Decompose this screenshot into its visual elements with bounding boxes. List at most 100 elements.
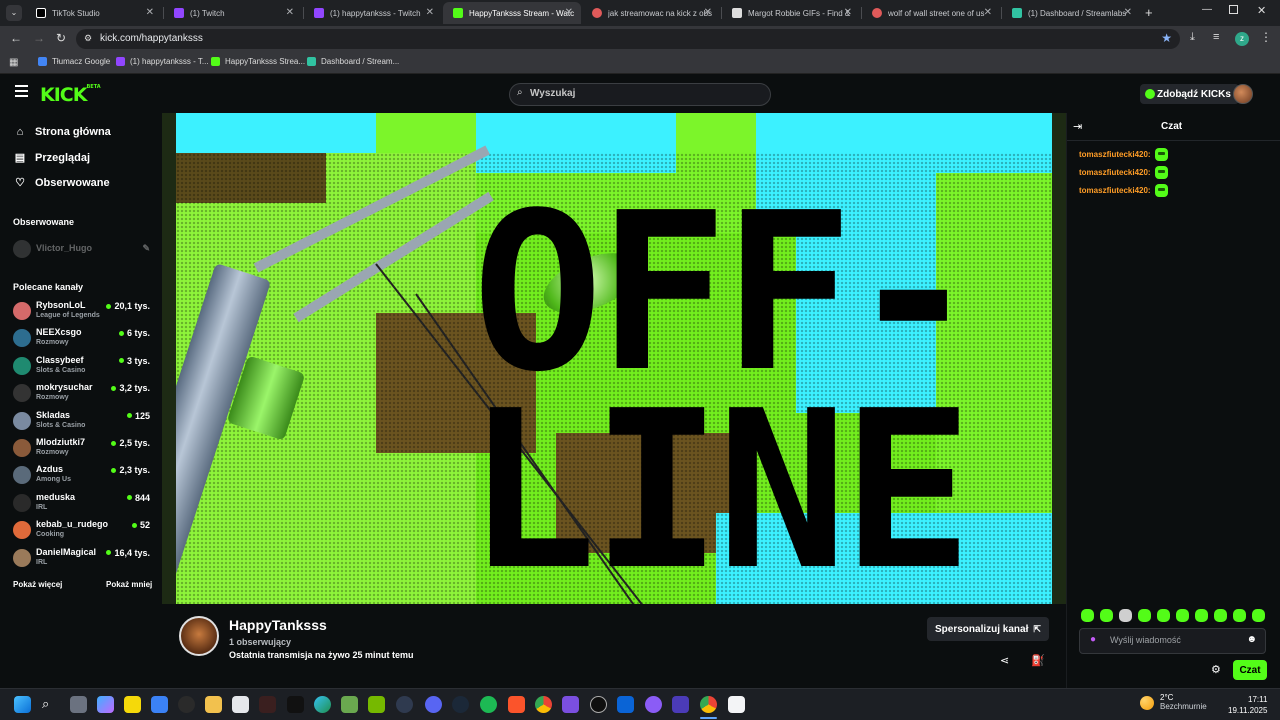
- menu-dots-icon[interactable]: ⋮: [1260, 30, 1272, 44]
- copilot-icon[interactable]: [97, 696, 114, 713]
- obs-icon[interactable]: [396, 696, 413, 713]
- browser-tab-active[interactable]: HappyTanksss Stream - Watc ✕: [443, 2, 581, 24]
- hamburger-menu-icon[interactable]: [15, 85, 28, 97]
- g-app-icon[interactable]: [178, 696, 195, 713]
- profile-avatar[interactable]: z: [1235, 32, 1249, 46]
- shield-app-icon[interactable]: [259, 696, 276, 713]
- brave-icon[interactable]: [508, 696, 525, 713]
- recommended-channel[interactable]: kebab_u_rudego Cooking 52: [13, 518, 152, 544]
- bookmark-streamlabs[interactable]: Dashboard / Stream...: [307, 57, 399, 66]
- streamlabs-app-icon[interactable]: [672, 696, 689, 713]
- minecraft-icon[interactable]: [341, 696, 358, 713]
- browser-tab[interactable]: (1) Twitch ✕: [164, 2, 302, 24]
- mail-icon[interactable]: [562, 696, 579, 713]
- chat-username[interactable]: tomaszfiutecki420:: [1079, 186, 1151, 195]
- recommended-channel[interactable]: Classybeef Slots & Casino 3 tys.: [13, 354, 152, 380]
- purple-app-icon[interactable]: [645, 696, 662, 713]
- reload-icon[interactable]: ↻: [56, 31, 66, 45]
- chatgpt-icon[interactable]: [590, 696, 607, 713]
- tab-close-icon[interactable]: ✕: [844, 7, 852, 18]
- media-control-icon[interactable]: ≡: [1213, 31, 1219, 43]
- tab-close-icon[interactable]: ✕: [426, 7, 434, 18]
- emote-icon[interactable]: [1214, 609, 1227, 622]
- recommended-channel[interactable]: Mlodziutki7 Rozmowy 2,5 tys.: [13, 436, 152, 462]
- chat-username[interactable]: tomaszfiutecki420:: [1079, 168, 1151, 177]
- share-icon[interactable]: ⋖: [1000, 654, 1009, 667]
- show-more-link[interactable]: Pokaż więcej: [13, 580, 62, 589]
- recommended-channel[interactable]: RybsonLoL League of Legends 20,1 tys.: [13, 299, 152, 325]
- steam-icon[interactable]: [452, 696, 469, 713]
- browser-tab[interactable]: TikTok Studio ✕: [26, 2, 162, 24]
- browser-tab[interactable]: wolf of wall street one of us ✕: [862, 2, 1000, 24]
- tab-close-icon[interactable]: ✕: [984, 7, 992, 18]
- tab-close-icon[interactable]: ✕: [1124, 7, 1132, 18]
- search-input[interactable]: [530, 88, 760, 99]
- bookmark-star-icon[interactable]: ★: [1161, 31, 1172, 45]
- site-info-icon[interactable]: ⚙: [84, 33, 92, 44]
- emote-icon[interactable]: [1233, 609, 1246, 622]
- close-window-icon[interactable]: ✕: [1257, 4, 1266, 17]
- get-kicks-button[interactable]: Zdobądź KICKs: [1140, 84, 1239, 104]
- emote-icon[interactable]: [1176, 609, 1189, 622]
- browser-tab[interactable]: (1) Dashboard / Streamlabs ✕: [1002, 2, 1140, 24]
- emote-icon[interactable]: [1138, 609, 1151, 622]
- recommended-channel[interactable]: mokrysuchar Rozmowy 3,2 tys.: [13, 381, 152, 407]
- emote-icon[interactable]: [1252, 609, 1265, 622]
- task-view-icon[interactable]: [70, 696, 87, 713]
- emote-icon[interactable]: [1100, 609, 1113, 622]
- video-player[interactable]: OFF- LINE: [162, 113, 1066, 604]
- browser-tab[interactable]: (1) happytanksss - Twitch ✕: [304, 2, 442, 24]
- windows-start-icon[interactable]: [14, 696, 31, 713]
- recommended-channel[interactable]: NEEXcsgo Rozmowy 6 tys.: [13, 326, 152, 352]
- address-bar[interactable]: ⚙ kick.com/happytanksss ★: [76, 29, 1180, 49]
- nvidia-icon[interactable]: [368, 696, 385, 713]
- document-app-icon[interactable]: [728, 696, 745, 713]
- minimize-icon[interactable]: —: [1202, 4, 1212, 15]
- file-explorer-icon[interactable]: [205, 696, 222, 713]
- send-chat-button[interactable]: Czat: [1233, 660, 1267, 680]
- download-icon[interactable]: ⤓: [1190, 31, 1195, 44]
- weather-widget[interactable]: 2°C Bezchmurnie: [1160, 693, 1207, 711]
- bookmark-kick[interactable]: HappyTanksss Strea...: [211, 57, 305, 66]
- apps-grid-icon[interactable]: ▦: [9, 57, 18, 68]
- microphone-icon[interactable]: ●: [1090, 634, 1096, 645]
- chat-input[interactable]: [1110, 635, 1240, 645]
- tab-close-icon[interactable]: ✕: [146, 7, 154, 18]
- user-avatar[interactable]: [1233, 84, 1253, 104]
- nav-browse[interactable]: ▤ Przeglądaj: [13, 151, 90, 165]
- nav-home[interactable]: ⌂ Strona główna: [13, 126, 111, 138]
- emote-icon[interactable]: [1157, 609, 1170, 622]
- calendar-app-icon[interactable]: [232, 696, 249, 713]
- bookmark-google-translate[interactable]: Tłumacz Google: [38, 57, 110, 66]
- forward-icon[interactable]: →: [33, 31, 45, 45]
- chat-username[interactable]: tomaszfiutecki420:: [1079, 150, 1151, 159]
- chrome-icon[interactable]: [535, 696, 552, 713]
- sticky-notes-icon[interactable]: [124, 696, 141, 713]
- tab-close-icon[interactable]: ✕: [286, 7, 294, 18]
- emote-icon[interactable]: [1119, 609, 1132, 622]
- nav-following[interactable]: ♡ Obserwowane: [13, 176, 110, 190]
- personalize-channel-button[interactable]: Spersonalizuj kanał ⇱: [927, 617, 1049, 641]
- chrome-active-icon[interactable]: [700, 696, 717, 713]
- discord-icon[interactable]: [425, 696, 442, 713]
- collapse-chat-icon[interactable]: ⇥: [1073, 120, 1082, 133]
- tab-close-icon[interactable]: ✕: [565, 7, 573, 18]
- back-icon[interactable]: ←: [10, 31, 22, 45]
- gift-sub-icon[interactable]: ⛽: [1031, 654, 1045, 667]
- browser-tab[interactable]: jak streamowac na kick z obs ✕: [582, 2, 720, 24]
- browser-tab[interactable]: Margot Robbie GIFs - Find & ✕: [722, 2, 860, 24]
- tab-close-icon[interactable]: ✕: [704, 7, 712, 18]
- bookmark-twitch[interactable]: (1) happytanksss - T...: [116, 57, 209, 66]
- emote-icon[interactable]: [1195, 609, 1208, 622]
- chat-settings-icon[interactable]: ⚙: [1211, 663, 1221, 676]
- tab-search-button[interactable]: ⌄: [6, 5, 22, 21]
- system-clock[interactable]: 17:11 19.11.2025: [1228, 694, 1267, 716]
- edge-icon[interactable]: [314, 696, 331, 713]
- spotify-icon[interactable]: [480, 696, 497, 713]
- emoji-picker-icon[interactable]: ☻: [1246, 634, 1257, 645]
- recommended-channel[interactable]: Skladas Slots & Casino 125: [13, 409, 152, 435]
- new-tab-icon[interactable]: +: [1145, 5, 1153, 20]
- taskbar-search-icon[interactable]: ⌕: [42, 696, 59, 713]
- recommended-channel[interactable]: Azdus Among Us 2,3 tys.: [13, 463, 152, 489]
- show-less-link[interactable]: Pokaż mniej: [106, 580, 152, 589]
